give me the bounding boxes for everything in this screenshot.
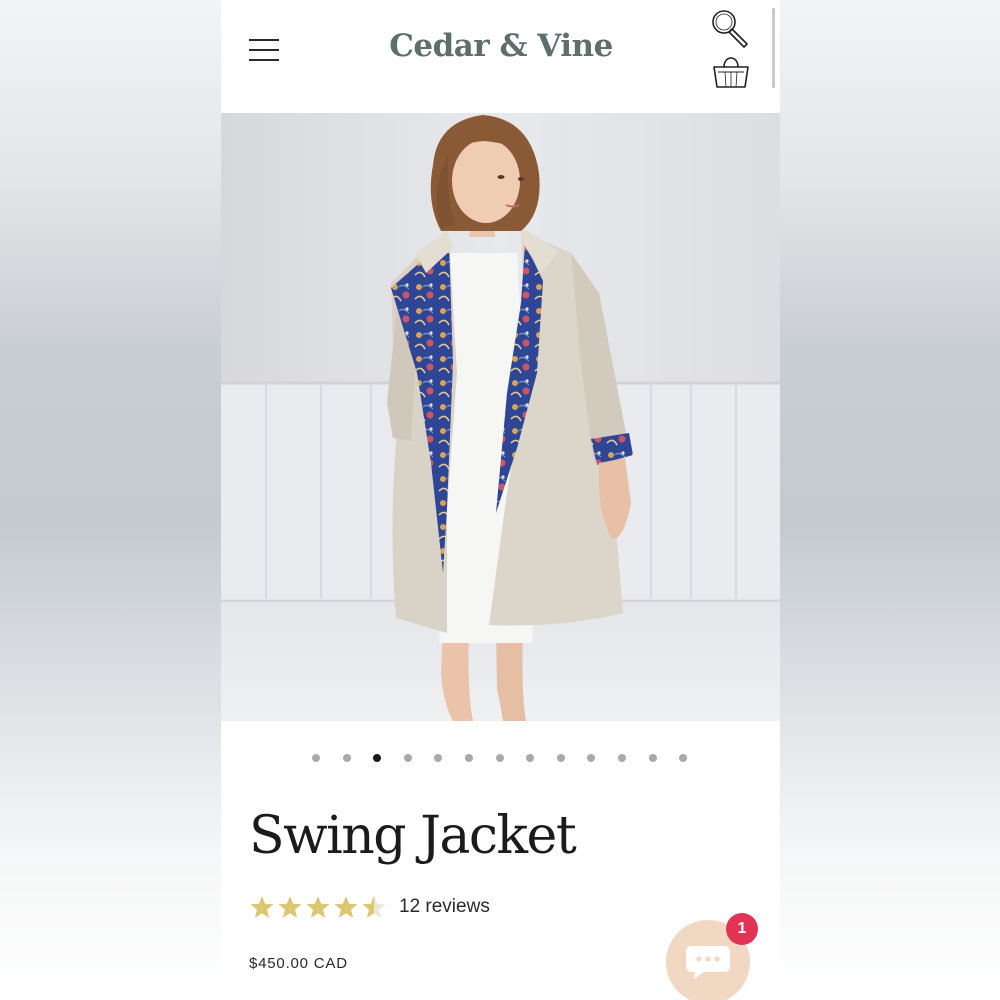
search-button[interactable] (708, 6, 752, 50)
brand-logo[interactable]: Cedar & Vine (371, 28, 631, 64)
chat-bubble-icon (686, 946, 730, 979)
carousel-dot[interactable] (556, 754, 565, 762)
hamburger-menu-line (249, 59, 279, 61)
carousel-dot[interactable] (618, 754, 626, 762)
carousel-dot[interactable] (312, 754, 320, 762)
carousel-dot[interactable] (587, 754, 596, 762)
carousel-dot[interactable] (465, 754, 473, 762)
carousel-dot[interactable] (495, 754, 504, 762)
hamburger-menu-icon (249, 39, 279, 41)
reviews-link[interactable]: 12 reviews (399, 896, 490, 918)
product-image[interactable] (221, 113, 780, 721)
mobile-viewport: Cedar & Vine Swing Jacket 12 reviews $45… (221, 0, 780, 1000)
hamburger-menu-line (249, 49, 279, 51)
search-icon (712, 10, 748, 48)
carousel-dot[interactable] (342, 754, 351, 762)
product-title: Swing Jacket (249, 806, 577, 866)
carousel-dot[interactable] (679, 754, 688, 762)
site-header: Cedar & Vine (221, 0, 780, 113)
carousel-dot[interactable] (648, 754, 657, 762)
carousel-dots (221, 752, 780, 766)
star-rating (250, 896, 386, 918)
carousel-dot[interactable] (526, 754, 535, 762)
product-price: $450.00 CAD (249, 955, 348, 972)
shopping-bag-icon (713, 57, 749, 88)
carousel-dot[interactable] (373, 754, 382, 762)
cart-button[interactable] (709, 51, 753, 91)
star-filled (306, 896, 330, 918)
carousel-dot[interactable] (434, 754, 443, 762)
scrollbar[interactable] (772, 8, 775, 88)
star-filled (278, 896, 302, 918)
star-filled (250, 896, 274, 918)
chat-notification-badge: 1 (726, 913, 758, 945)
carousel-dot[interactable] (403, 754, 412, 762)
star-filled (334, 896, 358, 918)
menu-button[interactable] (247, 36, 281, 64)
